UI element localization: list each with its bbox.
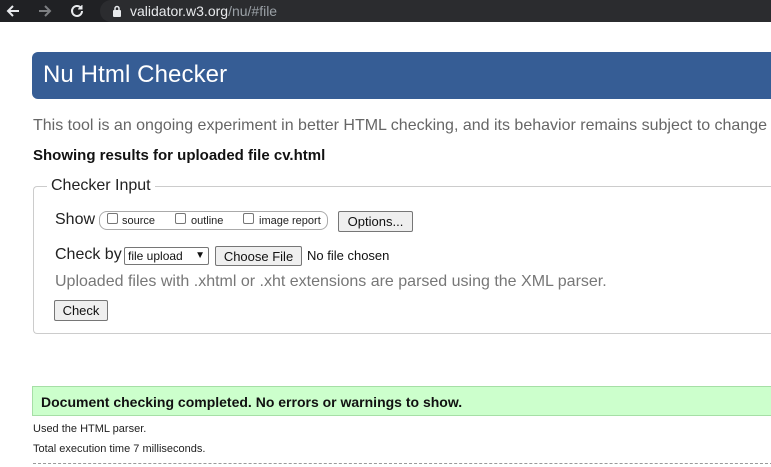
- success-banner: Document checking completed. No errors o…: [32, 386, 771, 416]
- chevron-down-icon: ▼: [195, 250, 205, 261]
- check-by-label: Check by: [55, 246, 122, 263]
- lock-icon[interactable]: [112, 5, 122, 17]
- source-checkbox-label[interactable]: source: [122, 215, 155, 227]
- url-host: validator.w3.org: [130, 3, 229, 19]
- forward-arrow-icon[interactable]: [34, 0, 56, 22]
- execution-time: Total execution time 7 milliseconds.: [33, 443, 206, 455]
- parser-info: Used the HTML parser.: [33, 423, 147, 435]
- browser-toolbar: validator.w3.org/nu/#file: [0, 0, 771, 22]
- check-by-select[interactable]: file upload ▼: [124, 247, 209, 265]
- intro-text: This tool is an ongoing experiment in be…: [33, 117, 768, 134]
- back-arrow-icon[interactable]: [2, 0, 24, 22]
- success-message: Document checking completed. No errors o…: [41, 394, 463, 410]
- address-bar[interactable]: validator.w3.org/nu/#file: [100, 0, 771, 22]
- url-path: /nu/#file: [228, 3, 278, 19]
- choose-file-button[interactable]: Choose File: [215, 246, 302, 266]
- results-heading: Showing results for uploaded file cv.htm…: [33, 147, 326, 164]
- image-report-checkbox-label[interactable]: image report: [259, 215, 321, 227]
- url-text: validator.w3.org/nu/#file: [130, 3, 277, 19]
- check-button[interactable]: Check: [54, 300, 108, 321]
- page-title[interactable]: Nu Html Checker: [43, 61, 227, 89]
- page-header: Nu Html Checker: [32, 52, 771, 99]
- show-label: Show: [55, 211, 96, 228]
- options-button[interactable]: Options...: [338, 211, 413, 232]
- no-file-text: No file chosen: [307, 248, 390, 263]
- check-by-selected: file upload: [128, 249, 183, 263]
- reload-icon[interactable]: [66, 0, 88, 22]
- xml-parser-note: Uploaded files with .xhtml or .xht exten…: [55, 273, 607, 290]
- image-report-checkbox[interactable]: [243, 213, 254, 224]
- divider: [33, 463, 771, 464]
- outline-checkbox[interactable]: [175, 213, 186, 224]
- checker-input-legend: Checker Input: [47, 177, 155, 195]
- source-checkbox[interactable]: [107, 213, 118, 224]
- outline-checkbox-label[interactable]: outline: [191, 215, 223, 227]
